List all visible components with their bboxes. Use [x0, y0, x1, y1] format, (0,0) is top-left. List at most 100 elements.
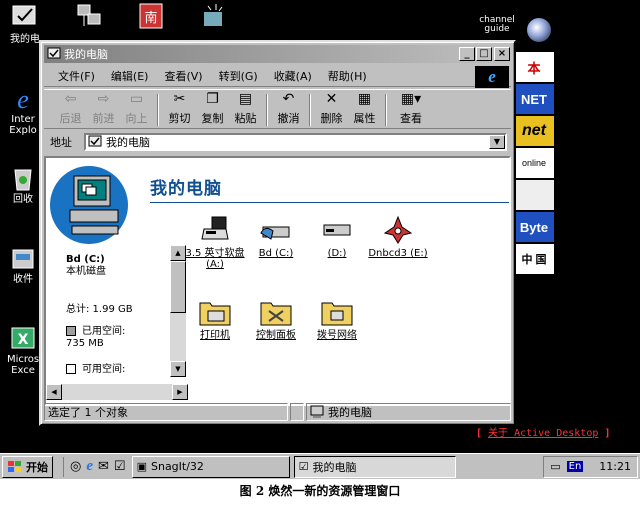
properties-button[interactable]: ▦ 属性	[348, 90, 381, 128]
taskbar: 开始 ◎ e ✉ ☑ ▣ SnagIt/32 ☑ 我的电脑 ▭ En 11:21	[0, 453, 640, 479]
cut-button[interactable]: ✂ 剪切	[163, 90, 196, 128]
channels-quicklaunch-icon[interactable]: ☑	[114, 459, 126, 474]
channel-ad[interactable]: Byte	[514, 212, 554, 242]
scroll-up-button[interactable]: ▲	[170, 245, 186, 261]
clock[interactable]: 11:21	[599, 460, 631, 473]
address-bar: 地址 我的电脑 ▼	[44, 131, 511, 153]
item-label: Bd (C:)	[258, 248, 294, 259]
vertical-scrollbar[interactable]: ▲ ▼	[170, 245, 186, 377]
recycle-bin-icon	[8, 164, 38, 192]
start-button[interactable]: 开始	[2, 455, 53, 478]
desktop-icon-network[interactable]	[66, 2, 112, 32]
item-floppy-drive[interactable]: 3.5 英寸软盘 (A:)	[185, 214, 245, 270]
up-label: 向上	[125, 112, 148, 125]
channel-ad[interactable]: NET	[514, 84, 554, 114]
item-drive-c[interactable]: Bd (C:)	[246, 214, 306, 259]
menu-favorites[interactable]: 收藏(A)	[274, 68, 312, 84]
ie-quicklaunch-icon[interactable]: e	[86, 458, 93, 475]
address-value: 我的电脑	[106, 136, 150, 149]
scroll-track[interactable]	[62, 384, 172, 400]
svg-text:X: X	[18, 332, 29, 348]
status-bar: 选定了 1 个对象 我的电脑	[44, 403, 511, 421]
desktop-icon-my-computer[interactable]: 我的电	[2, 4, 48, 45]
sparkle-connection-icon	[198, 2, 228, 30]
item-drive-d[interactable]: (D:)	[307, 214, 367, 259]
window-title: 我的电脑	[64, 48, 108, 61]
scroll-right-button[interactable]: ▶	[172, 384, 188, 400]
drive-total: 总计: 1.99 GB	[66, 304, 133, 315]
channel-ad[interactable]: net	[514, 116, 554, 146]
control-panel-folder-icon	[258, 296, 294, 328]
paste-button[interactable]: ▤ 粘贴	[229, 90, 262, 128]
scroll-track[interactable]	[170, 313, 186, 361]
windows-flag-icon	[8, 460, 21, 472]
channel-ad[interactable]: 中 国	[514, 244, 554, 274]
outlook-quicklaunch-icon[interactable]: ✉	[98, 459, 109, 474]
horizontal-scrollbar[interactable]: ◀ ▶	[46, 384, 188, 400]
channel-guide-globe-icon[interactable]	[527, 18, 551, 42]
status-zone-spacer	[290, 403, 304, 421]
status-location-text: 我的电脑	[328, 406, 372, 419]
forward-button[interactable]: ⇨ 前进	[87, 90, 120, 128]
scroll-down-button[interactable]: ▼	[170, 361, 186, 377]
undo-button[interactable]: ↶ 撤消	[272, 90, 305, 128]
floppy-drive-icon	[197, 214, 233, 246]
menu-file[interactable]: 文件(F)	[58, 68, 95, 84]
menu-help[interactable]: 帮助(H)	[328, 68, 367, 84]
used-space-value: 735 MB	[66, 338, 104, 349]
copy-button[interactable]: ❐ 复制	[196, 90, 229, 128]
monitor-tray-icon[interactable]: ▭	[550, 460, 560, 473]
back-button[interactable]: ⇦ 后退	[54, 90, 87, 128]
channel-guide-label[interactable]: channel guide	[472, 16, 522, 34]
used-space-label: 已用空间:	[82, 326, 126, 337]
active-desktop-link[interactable]: [ 关于 Active Desktop ]	[476, 424, 610, 439]
task-my-computer[interactable]: ☑ 我的电脑	[293, 455, 456, 478]
maximize-button[interactable]: □	[476, 47, 492, 61]
delete-button[interactable]: ✕ 删除	[315, 90, 348, 128]
explorer-window: 我的电脑 _ □ × 文件(F) 编辑(E) 查看(V) 转到(G) 收藏(A)…	[39, 40, 516, 426]
copy-label: 复制	[201, 112, 224, 125]
delete-label: 删除	[320, 112, 343, 125]
address-dropdown-button[interactable]: ▼	[489, 135, 505, 149]
up-button[interactable]: ▭ 向上	[120, 90, 153, 128]
close-button[interactable]: ×	[494, 47, 510, 61]
menu-go[interactable]: 转到(G)	[219, 68, 258, 84]
figure-caption: 图 2 焕然一新的资源管理窗口	[239, 484, 401, 498]
channel-ad[interactable]: 本	[514, 52, 554, 82]
channel-ad[interactable]	[514, 180, 554, 210]
views-button[interactable]: ▦▾ 查看	[391, 90, 431, 128]
show-desktop-icon[interactable]: ◎	[70, 459, 81, 474]
forward-label: 前进	[92, 112, 115, 125]
views-label: 查看	[400, 112, 422, 125]
cut-label: 剪切	[168, 112, 191, 125]
language-indicator[interactable]: En	[566, 461, 584, 472]
forward-arrow-icon: ⇨	[97, 91, 110, 107]
item-label: 控制面板	[256, 330, 296, 341]
active-desktop-link-text[interactable]: 关于 Active Desktop	[488, 428, 598, 439]
paste-label: 粘贴	[234, 112, 257, 125]
minimize-button[interactable]: _	[459, 47, 475, 61]
desktop-icon-connection[interactable]	[190, 2, 236, 32]
item-label: Dnbcd3 (E:)	[368, 248, 428, 259]
back-label: 后退	[59, 112, 82, 125]
menu-view[interactable]: 查看(V)	[164, 68, 202, 84]
address-field[interactable]: 我的电脑 ▼	[84, 133, 507, 151]
scroll-left-button[interactable]: ◀	[46, 384, 62, 400]
paste-icon: ▤	[238, 91, 253, 107]
scroll-thumb[interactable]	[170, 261, 186, 313]
item-label: 打印机	[200, 330, 230, 341]
desktop-icon-app[interactable]: 南	[128, 2, 174, 32]
item-printers[interactable]: 打印机	[185, 296, 245, 341]
task-snagit[interactable]: ▣ SnagIt/32	[131, 455, 290, 478]
menu-edit[interactable]: 编辑(E)	[111, 68, 149, 84]
toolbar-separator	[385, 94, 387, 126]
status-selection: 选定了 1 个对象	[44, 403, 288, 421]
task-label: 我的电脑	[312, 460, 357, 474]
item-dialup-networking[interactable]: 拨号网络	[307, 296, 367, 341]
title-bar[interactable]: 我的电脑 _ □ ×	[44, 45, 511, 63]
system-tray: ▭ En 11:21	[543, 455, 638, 478]
dialup-folder-icon	[319, 296, 355, 328]
channel-ad[interactable]: online	[514, 148, 554, 178]
item-control-panel[interactable]: 控制面板	[246, 296, 306, 341]
item-cd-drive-e[interactable]: Dnbcd3 (E:)	[368, 214, 428, 259]
